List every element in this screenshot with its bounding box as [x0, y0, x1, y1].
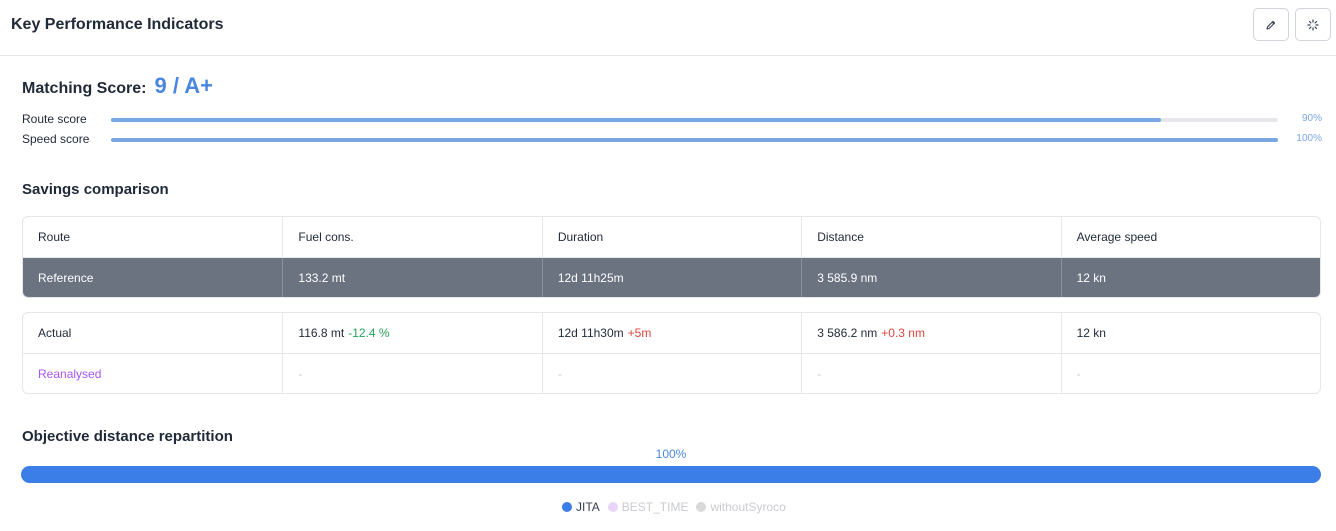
speed-score-row: Speed score 100% — [22, 132, 1322, 148]
legend-label-jita: JITA — [576, 500, 600, 514]
reanalysed-row: Reanalysed - - - - — [23, 353, 1320, 393]
legend-dot-without-syroco — [696, 502, 707, 512]
route-score-percent: 90% — [1301, 113, 1322, 124]
legend-label-best-time: BEST_TIME — [621, 500, 689, 514]
reference-row: Reference 133.2 mt 12d 11h25m 3 585.9 nm… — [23, 257, 1320, 297]
spinner-icon — [1307, 18, 1319, 31]
speed-score-percent: 100% — [1296, 133, 1322, 144]
reference-duration: 12d 11h25m — [541, 258, 801, 297]
actual-duration: 12d 11h30m — [557, 326, 624, 340]
savings-title: Savings comparison — [22, 181, 169, 198]
actual-fuel-cell: 116.8 mt -12.4 % — [282, 313, 541, 353]
column-header-speed: Average speed — [1060, 217, 1320, 257]
legend-item-without-syroco[interactable]: withoutSyroco — [696, 500, 786, 514]
actual-fuel: 116.8 mt — [298, 326, 345, 340]
reference-speed: 12 kn — [1060, 258, 1320, 297]
legend-dot-jita — [562, 502, 572, 512]
objective-title: Objective distance repartition — [22, 428, 233, 445]
route-score-track — [111, 118, 1278, 122]
column-header-route: Route — [38, 230, 71, 244]
savings-reference-table: Route Fuel cons. Duration Distance Avera… — [22, 216, 1321, 298]
legend-item-jita[interactable]: JITA — [562, 500, 600, 514]
actual-duration-cell: 12d 11h30m +5m — [541, 313, 801, 353]
speed-score-fill — [111, 138, 1278, 142]
column-header-distance: Distance — [801, 217, 1060, 257]
table-header-row: Route Fuel cons. Duration Distance Avera… — [23, 217, 1320, 257]
reanalysed-distance: - — [801, 354, 1060, 393]
reference-distance: 3 585.9 nm — [801, 258, 1060, 297]
route-score-row: Route score 90% — [22, 112, 1322, 128]
reanalysed-fuel: - — [282, 354, 541, 393]
actual-speed: 12 kn — [1060, 313, 1320, 353]
panel-title: Key Performance Indicators — [11, 16, 224, 33]
reanalysed-speed: - — [1060, 354, 1320, 393]
kpi-header: Key Performance Indicators — [0, 0, 1336, 56]
actual-route: Actual — [38, 326, 72, 340]
matching-score-value: 9 / A+ — [154, 73, 213, 98]
actual-distance: 3 586.2 nm — [817, 326, 878, 340]
speed-score-label: Speed score — [22, 132, 90, 146]
route-score-label: Route score — [22, 112, 87, 126]
reference-fuel: 133.2 mt — [282, 258, 541, 297]
actual-duration-delta: +5m — [627, 326, 652, 340]
pencil-icon — [1266, 20, 1276, 30]
actual-row: Actual 116.8 mt -12.4 % 12d 11h30m +5m 3… — [23, 313, 1320, 353]
reanalysed-route-link[interactable]: Reanalysed — [23, 354, 282, 393]
edit-button[interactable] — [1253, 8, 1289, 41]
column-header-fuel: Fuel cons. — [282, 217, 541, 257]
objective-legend: JITA BEST_TIME withoutSyroco — [562, 500, 794, 514]
column-header-duration: Duration — [541, 217, 801, 257]
matching-score: Matching Score: 9 / A+ — [22, 73, 213, 99]
settings-button[interactable] — [1295, 8, 1331, 41]
actual-distance-cell: 3 586.2 nm +0.3 nm — [801, 313, 1060, 353]
reanalysed-duration: - — [541, 354, 801, 393]
legend-item-best-time[interactable]: BEST_TIME — [607, 500, 689, 514]
legend-dot-best-time — [607, 502, 618, 512]
objective-percent: 100% — [655, 447, 687, 461]
actual-fuel-delta: -12.4 % — [348, 326, 390, 340]
actual-distance-delta: +0.3 nm — [881, 326, 925, 340]
objective-distance-bar[interactable] — [21, 466, 1321, 483]
speed-score-track — [111, 138, 1278, 142]
savings-comparison-table: Actual 116.8 mt -12.4 % 12d 11h30m +5m 3… — [22, 312, 1321, 394]
matching-score-label: Matching Score: — [22, 80, 147, 97]
route-score-fill — [111, 118, 1162, 122]
legend-label-without-syroco: withoutSyroco — [710, 500, 786, 514]
reference-route: Reference — [38, 270, 94, 285]
